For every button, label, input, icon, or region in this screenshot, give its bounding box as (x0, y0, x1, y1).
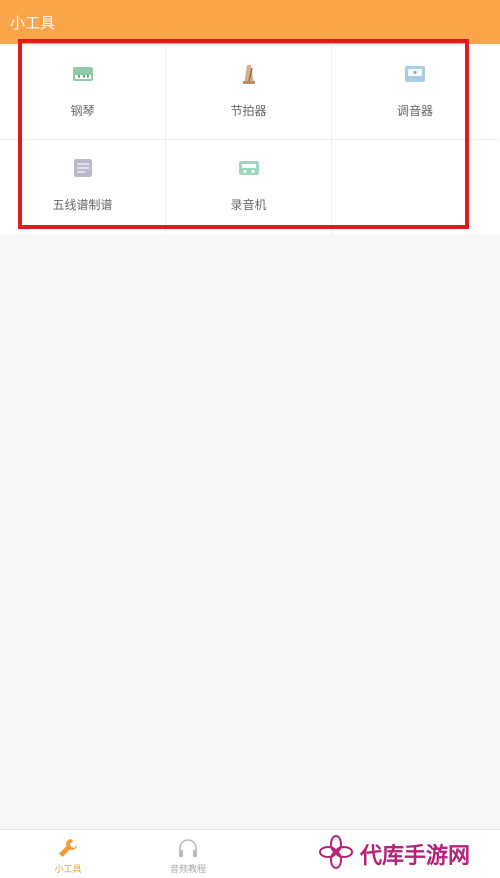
app-header: 小工具 (0, 0, 500, 44)
tab-audio-tutorial[interactable]: 音频教程 (128, 830, 248, 878)
watermark-text: 代库手游网 (360, 844, 471, 869)
headphones-icon (179, 839, 197, 857)
tab-label: 音频教程 (169, 865, 206, 875)
highlight-box (18, 39, 469, 229)
tab-tools[interactable]: 小工具 (8, 830, 128, 878)
wrench-icon (59, 839, 77, 857)
page-title: 小工具 (10, 14, 56, 32)
tab-label: 小工具 (54, 865, 82, 875)
flower-logo-icon (319, 835, 353, 869)
watermark: 代库手游网 (312, 830, 492, 874)
